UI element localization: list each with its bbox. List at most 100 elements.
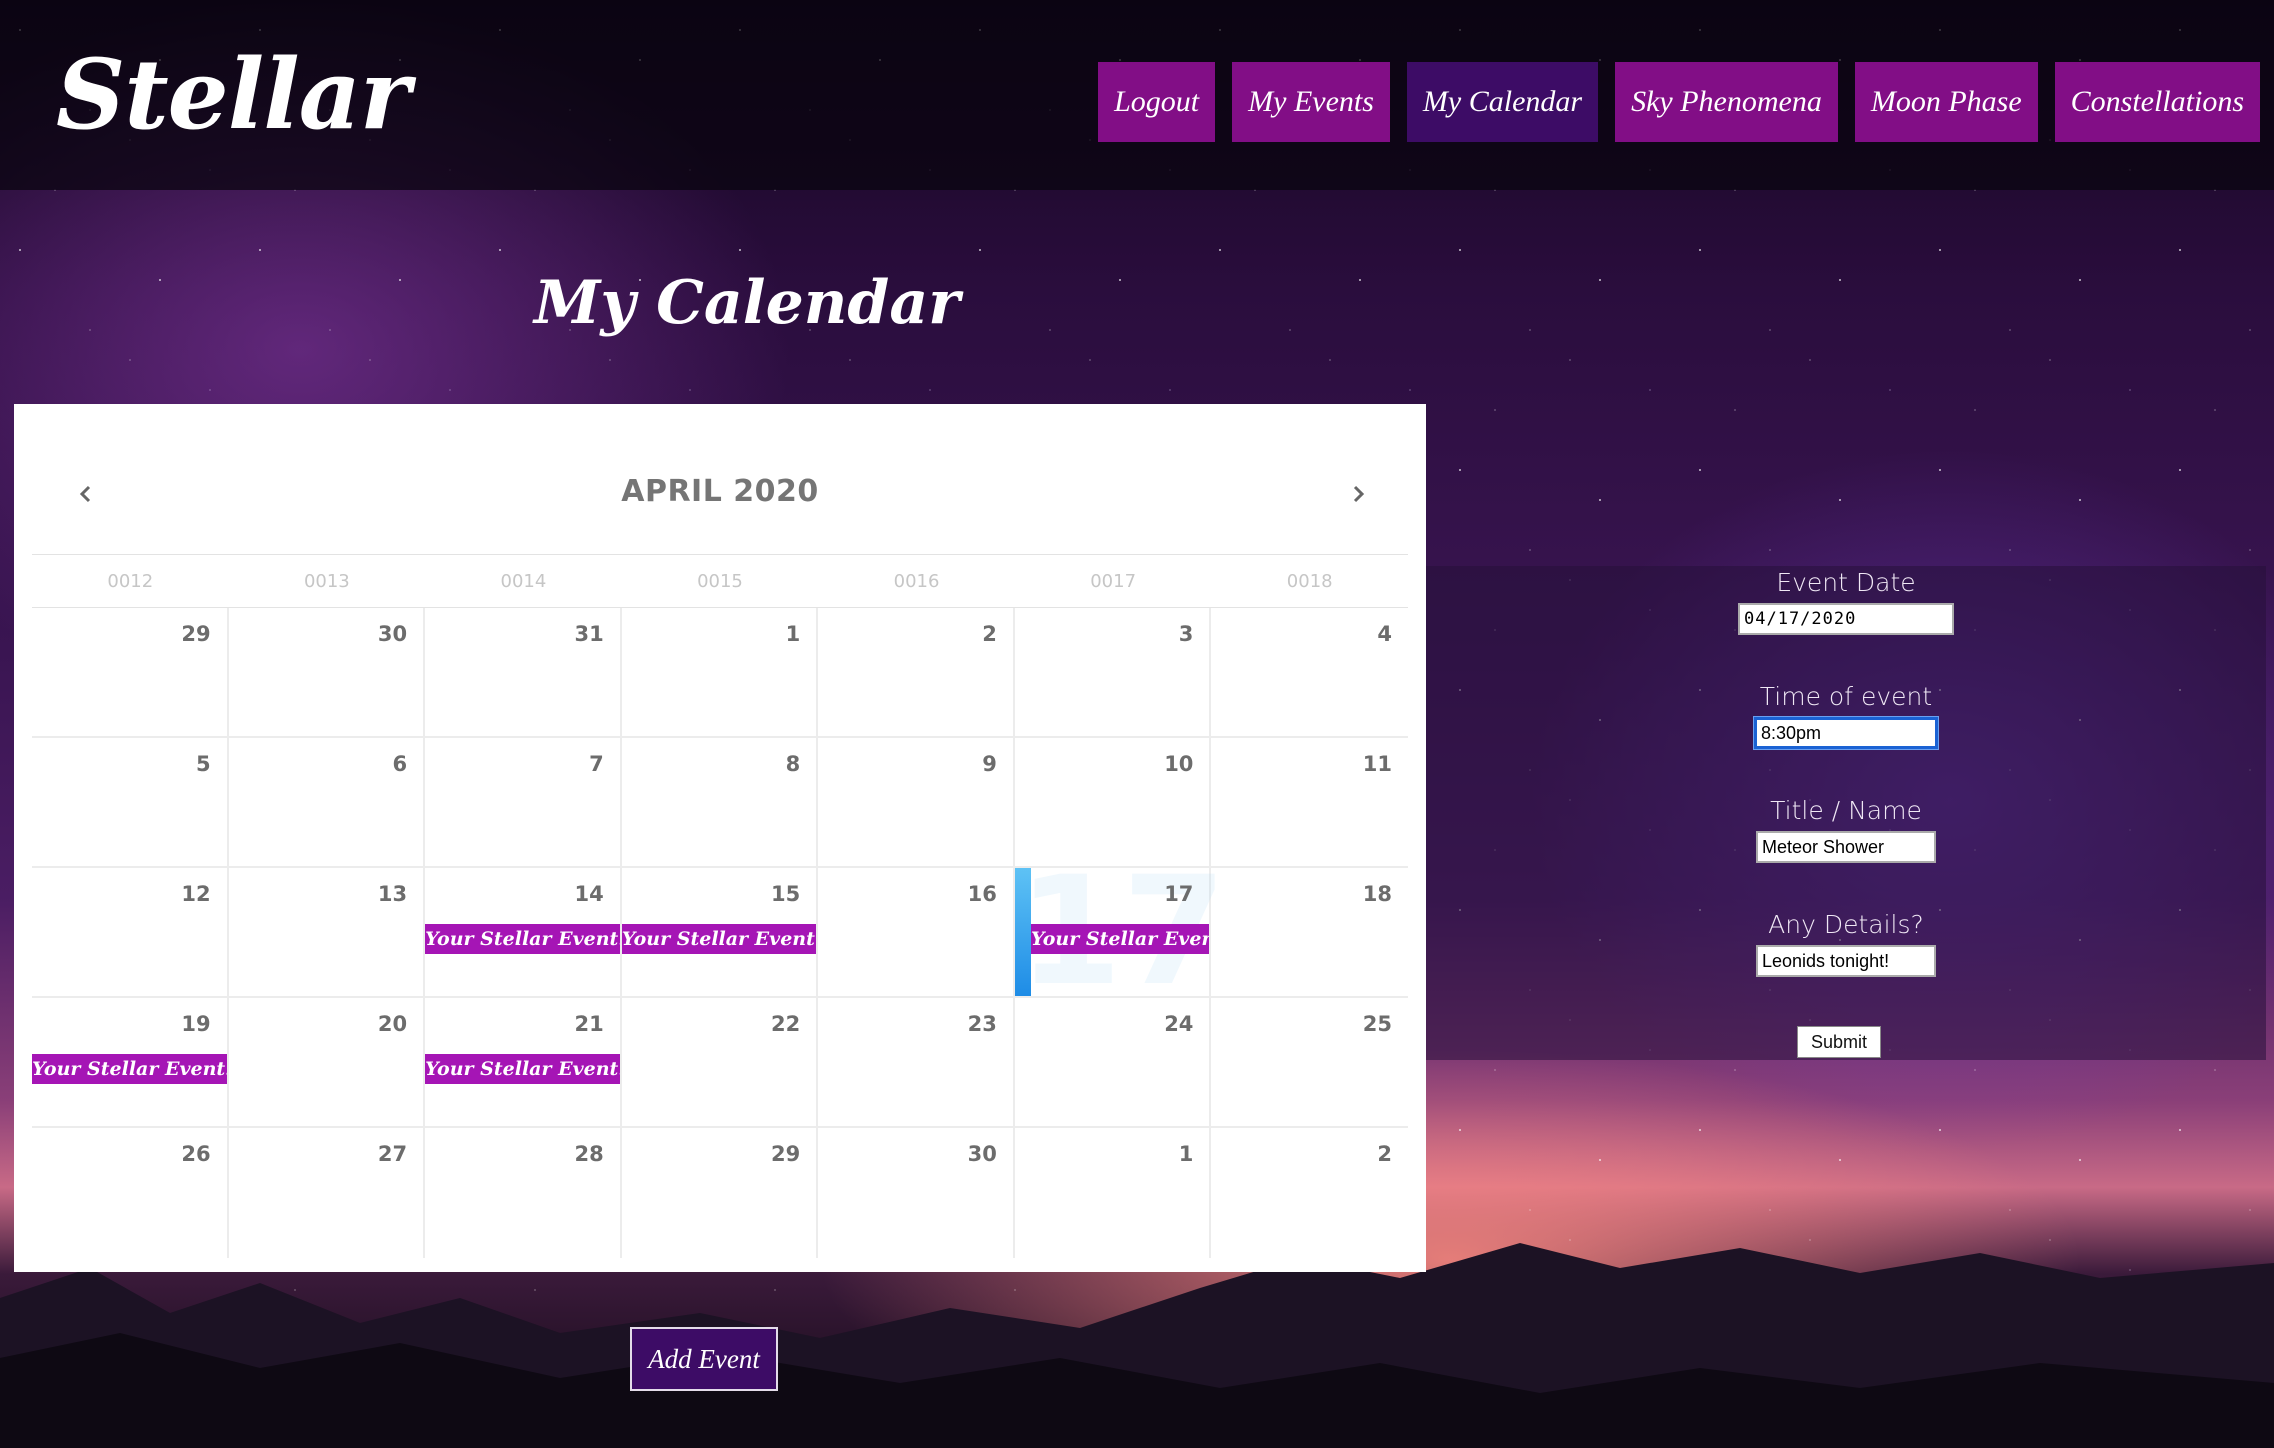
- calendar-day-cell[interactable]: 18: [1211, 868, 1408, 998]
- day-number: 1: [785, 622, 801, 646]
- calendar-day-cell[interactable]: 4: [1211, 608, 1408, 738]
- chevron-right-icon[interactable]: [1328, 464, 1388, 524]
- calendar-day-cell[interactable]: 30: [818, 1128, 1015, 1258]
- calendar-event[interactable]: Your Stellar Event!: [425, 1054, 620, 1084]
- calendar-widget: APRIL 2020 0012 0013 0014 0015 0016 0017…: [14, 404, 1426, 1272]
- page-title: My Calendar: [534, 268, 960, 338]
- calendar-day-cell[interactable]: 13: [228, 868, 426, 998]
- calendar-day-cell[interactable]: 5: [32, 738, 229, 868]
- calendar-event[interactable]: Your Stellar Event!: [425, 924, 620, 954]
- calendar-day-cell[interactable]: 1: [1015, 1128, 1212, 1258]
- day-number: 30: [377, 622, 408, 646]
- time-group: Time of event 8:30pm: [1426, 682, 2266, 749]
- calendar-day-cell[interactable]: 11: [1211, 738, 1408, 868]
- day-number: 18: [1362, 882, 1392, 906]
- add-event-button[interactable]: Add Event: [630, 1327, 778, 1391]
- nav-my-events[interactable]: My Events: [1232, 62, 1390, 142]
- calendar-event[interactable]: Your Stellar Event!: [32, 1054, 227, 1084]
- submit-button[interactable]: Submit: [1797, 1026, 1881, 1058]
- event-date-label: Event Date: [1776, 568, 1916, 597]
- time-label: Time of event: [1759, 682, 1933, 711]
- day-number: 15: [771, 882, 801, 906]
- nav-moon-phase[interactable]: Moon Phase: [1854, 62, 2038, 142]
- nav-constellations[interactable]: Constellations: [2054, 62, 2260, 142]
- day-number: 2: [1377, 1142, 1392, 1166]
- calendar-day-cell[interactable]: 25: [1211, 998, 1408, 1128]
- day-number: 9: [982, 752, 997, 776]
- weekday-label: 0018: [1286, 570, 1333, 592]
- calendar-day-cell[interactable]: 6: [228, 738, 426, 868]
- event-date-group: Event Date 04/17/2020: [1426, 568, 2266, 635]
- calendar-day-cell[interactable]: 23: [818, 998, 1015, 1128]
- day-number: 23: [967, 1012, 997, 1036]
- calendar-weekday-row: 0012 0013 0014 0015 0016 0017 0018: [32, 554, 1408, 608]
- day-number: 31: [574, 622, 604, 646]
- calendar-day-cell[interactable]: 24: [1014, 998, 1212, 1128]
- calendar-day-cell[interactable]: 26: [32, 1128, 229, 1258]
- title-label: Title / Name: [1770, 796, 1922, 825]
- day-number: 27: [377, 1142, 408, 1166]
- weekday-label: 0014: [500, 570, 547, 592]
- calendar-day-cell[interactable]: 1: [621, 608, 819, 738]
- calendar-day-cell[interactable]: 15 Your Stellar Event!: [621, 868, 819, 998]
- weekday-label: 0017: [1090, 570, 1137, 592]
- day-number: 13: [377, 882, 408, 906]
- weekday-label: 0013: [303, 570, 350, 592]
- day-number: 7: [589, 752, 604, 776]
- calendar-day-cell[interactable]: 12: [32, 868, 229, 998]
- calendar-day-cell[interactable]: 2: [1211, 1128, 1408, 1258]
- calendar-day-cell[interactable]: 3: [1014, 608, 1212, 738]
- calendar-month-label: APRIL 2020: [621, 474, 819, 509]
- calendar-day-cell[interactable]: 20: [228, 998, 426, 1128]
- day-number: 14: [574, 882, 604, 906]
- day-number: 5: [195, 752, 211, 776]
- event-date-input[interactable]: 04/17/2020: [1738, 603, 1954, 635]
- calendar-header: APRIL 2020: [32, 464, 1408, 524]
- calendar-day-cell[interactable]: 9: [818, 738, 1015, 868]
- calendar-day-cell[interactable]: 16: [818, 868, 1015, 998]
- calendar-day-cell[interactable]: 21 Your Stellar Event!: [425, 998, 622, 1128]
- details-label: Any Details?: [1768, 910, 1924, 939]
- day-number: 16: [967, 882, 997, 906]
- calendar-day-cell[interactable]: 19 Your Stellar Event!: [32, 998, 229, 1128]
- calendar-day-cell[interactable]: 28: [425, 1128, 622, 1258]
- day-number: 12: [181, 882, 211, 906]
- day-number: 28: [574, 1142, 604, 1166]
- day-number: 4: [1377, 622, 1392, 646]
- calendar-event[interactable]: Your Stellar Event!: [621, 924, 817, 954]
- calendar-day-cell[interactable]: 29: [622, 1128, 819, 1258]
- day-number: 2: [982, 622, 997, 646]
- title-group: Title / Name Meteor Shower: [1426, 796, 2266, 863]
- calendar-day-cell[interactable]: 31: [425, 608, 622, 738]
- site-logo[interactable]: Stellar: [56, 38, 410, 151]
- details-group: Any Details? Leonids tonight!: [1426, 910, 2266, 977]
- day-number: 11: [1362, 752, 1392, 776]
- details-input[interactable]: Leonids tonight!: [1756, 945, 1936, 977]
- calendar-day-cell[interactable]: 22: [621, 998, 819, 1128]
- calendar-day-cell[interactable]: 8: [621, 738, 819, 868]
- day-number: 22: [771, 1012, 801, 1036]
- calendar-day-cell[interactable]: 7: [425, 738, 622, 868]
- calendar-day-cell[interactable]: 29: [32, 608, 229, 738]
- main-nav: Logout My Events My Calendar Sky Phenome…: [1098, 62, 2260, 142]
- calendar-day-cell-today[interactable]: 1717Your Stellar Event!: [1014, 845, 1227, 1019]
- day-number: 29: [771, 1142, 801, 1166]
- time-input[interactable]: 8:30pm: [1754, 717, 1938, 749]
- day-number: 21: [574, 1012, 604, 1036]
- title-input[interactable]: Meteor Shower: [1756, 831, 1936, 863]
- calendar-day-cell[interactable]: 30: [228, 608, 426, 738]
- nav-my-calendar[interactable]: My Calendar: [1406, 62, 1599, 142]
- event-form: Event Date 04/17/2020 Time of event 8:30…: [1426, 566, 2266, 1060]
- day-number: 6: [392, 752, 408, 776]
- nav-sky-phenomena[interactable]: Sky Phenomena: [1615, 62, 1838, 142]
- weekday-label: 0016: [893, 570, 940, 592]
- day-number: 25: [1362, 1012, 1392, 1036]
- calendar-day-cell[interactable]: 2: [818, 608, 1015, 738]
- day-number: 20: [377, 1012, 408, 1036]
- day-number: 10: [1164, 752, 1194, 776]
- calendar-event[interactable]: Your Stellar Event!: [1030, 924, 1210, 954]
- calendar-day-cell[interactable]: 27: [229, 1128, 426, 1258]
- day-number: 19: [181, 1012, 211, 1036]
- nav-logout[interactable]: Logout: [1098, 62, 1216, 142]
- calendar-day-cell[interactable]: 14 Your Stellar Event!: [425, 868, 622, 998]
